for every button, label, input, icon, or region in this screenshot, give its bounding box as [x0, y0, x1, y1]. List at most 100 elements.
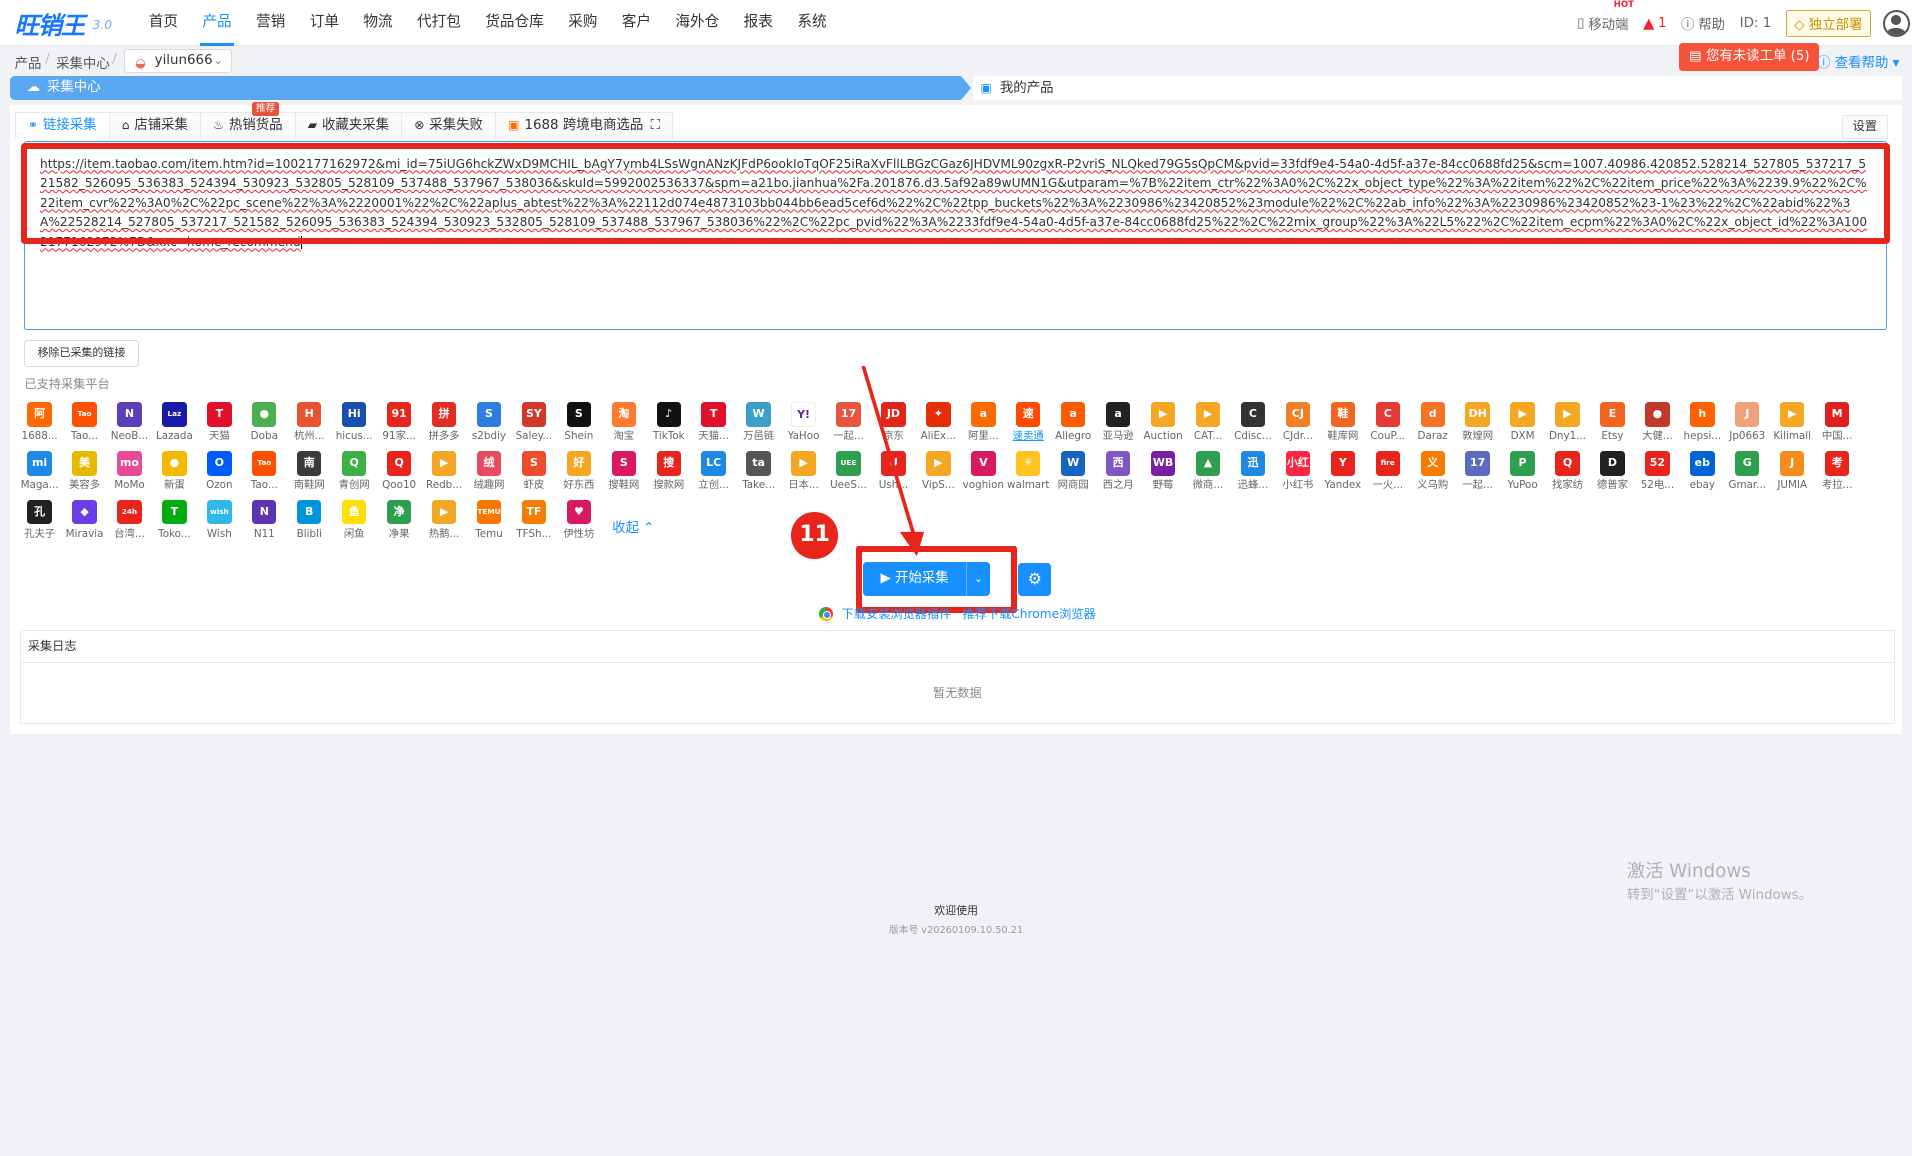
platform-item[interactable]: 91 91家... [377, 402, 422, 451]
platform-item[interactable]: 24h 台湾... [107, 499, 152, 549]
platform-item[interactable]: 西西之月 [1096, 451, 1141, 500]
avatar[interactable] [1882, 9, 1910, 37]
nav-item[interactable]: 营销 [244, 0, 298, 46]
platform-item[interactable]: a 亚马逊 [1096, 402, 1141, 451]
platform-item[interactable]: mo MoMo [107, 451, 152, 500]
start-collect-button[interactable]: ▶ 开始采集 [863, 562, 966, 597]
nav-item[interactable]: 订单 [298, 0, 352, 46]
tab-fire[interactable]: ♨ 热销货品 推荐 [199, 102, 296, 140]
platform-item[interactable]: SY Saley... [511, 402, 556, 451]
platform-item[interactable]: ● Doba [242, 402, 287, 451]
breadcrumb-section[interactable]: 采集中心 [56, 52, 110, 72]
nav-item[interactable]: 代打包 [405, 0, 473, 46]
platform-item[interactable]: Hi hicus... [332, 402, 377, 451]
platform-item[interactable]: 鱼闲鱼 [332, 499, 377, 549]
platform-item[interactable]: DH 敦煌网 [1455, 402, 1500, 451]
app-logo[interactable]: 旺销王 [15, 7, 86, 42]
step-current[interactable]: ☁ 采集中心 [9, 75, 961, 100]
platform-item[interactable]: C CouP... [1365, 402, 1410, 451]
platform-item[interactable]: 速速卖通 [1006, 402, 1051, 451]
platform-item[interactable]: N NeoB... [107, 402, 152, 451]
platform-item[interactable]: ● 新蛋 [152, 451, 197, 500]
tab-1688[interactable]: ▣ 1688 跨境电商选品 ⛶ [494, 112, 674, 140]
collapse-link[interactable]: 收起 ⌃ [612, 516, 654, 536]
platform-item[interactable]: ta Take... [736, 451, 781, 500]
shop-select[interactable]: ◒ yilun666 ⌄ [124, 48, 232, 74]
platform-item[interactable]: Ss2bdiy [466, 402, 511, 451]
platform-item[interactable]: d Daraz [1410, 402, 1455, 451]
view-help-link[interactable]: ⓘ 查看帮助 ▾ [1817, 51, 1899, 71]
platform-item[interactable]: 孔孔夫子 [17, 499, 62, 549]
nav-item[interactable]: 产品 [190, 0, 244, 47]
nav-item[interactable]: 货品仓库 [473, 0, 556, 46]
platform-item[interactable]: 义义乌购 [1410, 451, 1455, 500]
platform-item[interactable]: ✳ walmart [1006, 451, 1051, 500]
platform-item[interactable]: ▶ Redb... [422, 451, 467, 500]
platform-item[interactable]: LC 立创... [691, 451, 736, 500]
platform-item[interactable]: UEE UeeS... [826, 451, 871, 500]
platform-item[interactable]: 美美容多 [62, 451, 107, 500]
platform-item[interactable]: 淘淘宝 [601, 402, 646, 451]
platform-item[interactable]: B Blibli [287, 499, 332, 549]
mobile-link[interactable]: ▯ 移动端 HOT [1577, 0, 1634, 33]
url-input[interactable]: https://item.taobao.com/item.htm?id=1002… [24, 141, 1887, 331]
platform-item[interactable]: 好好东西 [556, 451, 601, 500]
tab-fail[interactable]: ⊗ 采集失败 [401, 112, 497, 140]
platform-item[interactable]: J Jp0663 [1725, 402, 1770, 451]
nav-item[interactable]: 海外仓 [663, 0, 731, 46]
platform-item[interactable]: 南南鞋网 [287, 451, 332, 500]
collect-settings-button[interactable]: ⚙ [1018, 563, 1052, 597]
platform-item[interactable]: J JUMIA [1770, 451, 1815, 500]
platform-item[interactable]: U Ush... [871, 451, 916, 500]
platform-item[interactable]: ▶ VipS... [916, 451, 961, 500]
platform-item[interactable]: 17 一起... [826, 402, 871, 451]
platform-item[interactable]: N N11 [242, 499, 287, 549]
platform-item[interactable]: ✦ AliEx... [916, 402, 961, 451]
platform-item[interactable]: T 天猫... [691, 402, 736, 451]
platform-item[interactable]: JD 京东 [871, 402, 916, 451]
unread-ticket-button[interactable]: ▤ 您有未读工单 (5) [1679, 42, 1820, 71]
platform-item[interactable]: ▶ Auction [1141, 402, 1186, 451]
platform-item[interactable]: ▶ Kilimall [1770, 402, 1815, 451]
platform-item[interactable]: mi Maga... [17, 451, 62, 500]
download-chrome-link[interactable]: 推荐下载Chrome浏览器 [963, 607, 1096, 621]
platform-item[interactable]: 鞋鞋库网 [1320, 402, 1365, 451]
platform-item[interactable]: E Etsy [1590, 402, 1635, 451]
platform-item[interactable]: Laz Lazada [152, 402, 197, 451]
platform-item[interactable]: 阿 1688... [17, 402, 62, 451]
platform-item[interactable]: S 搜鞋网 [601, 451, 646, 500]
platform-item[interactable]: ♥ 伊性坊 [556, 499, 601, 549]
download-plugin-link[interactable]: 下载安装浏览器插件 [842, 607, 952, 621]
platform-item[interactable]: Tao Tao... [242, 451, 287, 500]
deploy-button[interactable]: ◇ 独立部署 [1785, 9, 1871, 37]
platform-item[interactable]: ▶ 热鹅... [422, 499, 467, 549]
platform-item[interactable]: W 网商园 [1051, 451, 1096, 500]
platform-item[interactable]: 考考拉... [1815, 451, 1860, 500]
platform-item[interactable]: TEMU Temu [466, 499, 511, 549]
tab-link[interactable]: ⚭ 链接采集 [14, 112, 110, 140]
platform-item[interactable]: 小红 小红书 [1275, 451, 1320, 500]
nav-item[interactable]: 报表 [731, 0, 785, 46]
platform-item[interactable]: ◆ Miravia [62, 499, 107, 549]
platform-item[interactable]: T 天猫 [197, 402, 242, 451]
platform-item[interactable]: 52 52电... [1635, 451, 1680, 500]
platform-item[interactable]: 搜搜款网 [646, 451, 691, 500]
breadcrumb-root[interactable]: 产品 [15, 52, 42, 72]
nav-item[interactable]: 物流 [351, 0, 405, 46]
platform-item[interactable]: G Gmar... [1725, 451, 1770, 500]
nav-item[interactable]: 首页 [137, 0, 191, 46]
tab-shop[interactable]: ⌂ 店铺采集 [108, 112, 202, 140]
step-next[interactable]: ▣ 我的产品 [973, 75, 1903, 100]
platform-item[interactable]: ▶ CAT... [1185, 402, 1230, 451]
platform-item[interactable]: fire 一火... [1365, 451, 1410, 500]
platform-item[interactable]: W 万邑链 [736, 402, 781, 451]
platform-item[interactable]: eb ebay [1680, 451, 1725, 500]
platform-item[interactable]: ♪ TikTok [646, 402, 691, 451]
platform-item[interactable]: ▲ 微商... [1185, 451, 1230, 500]
platform-item[interactable]: H 杭州... [287, 402, 332, 451]
help-link[interactable]: ⓘ 帮助 [1681, 13, 1725, 33]
platform-item[interactable]: Vvoghion [961, 451, 1006, 500]
platform-item[interactable]: wish Wish [197, 499, 242, 549]
platform-item[interactable]: a 阿里... [961, 402, 1006, 451]
start-dropdown-button[interactable]: ⌄ [965, 562, 991, 597]
